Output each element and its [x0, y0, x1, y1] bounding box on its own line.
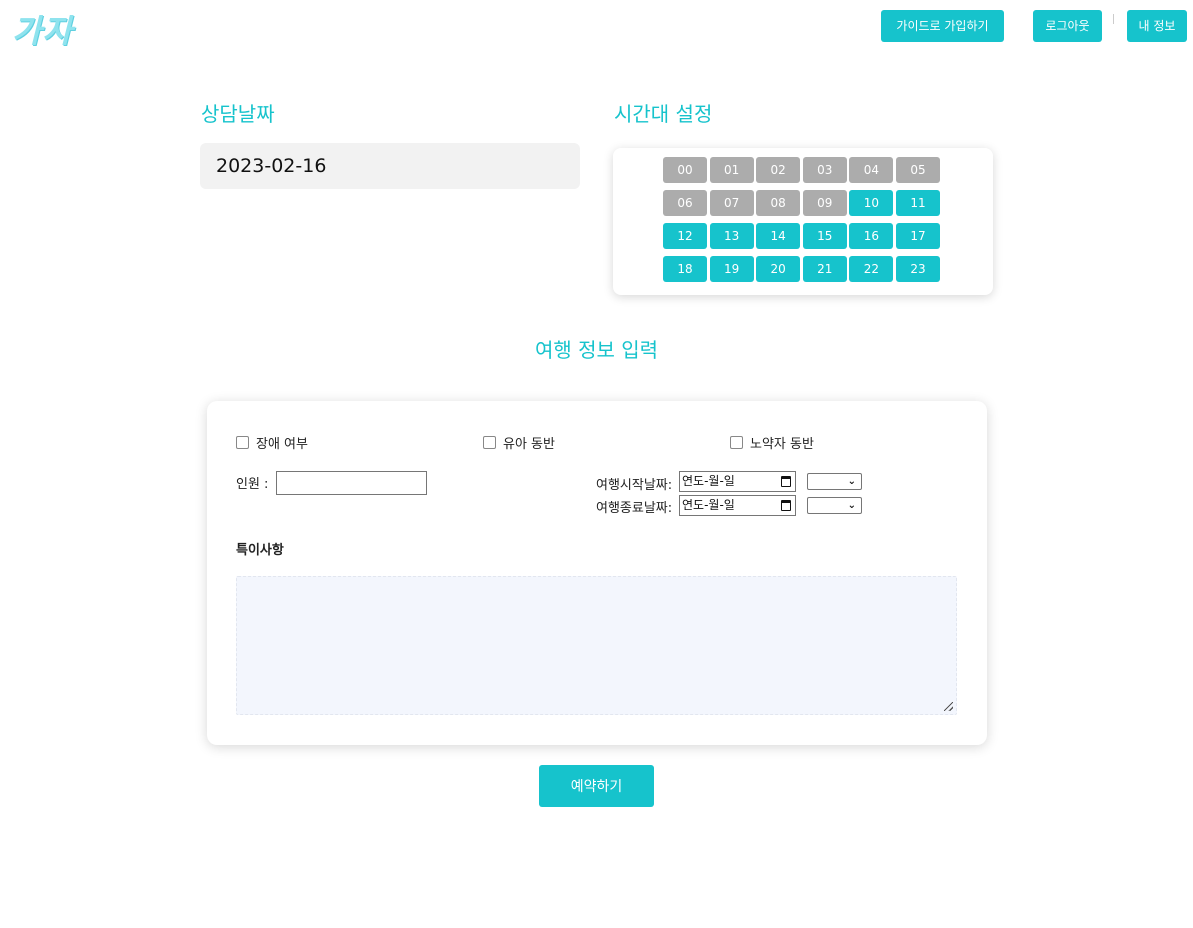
time-slot-16[interactable]: 16: [849, 223, 894, 249]
disability-label: 장애 여부: [256, 437, 308, 452]
time-slot-11[interactable]: 11: [895, 190, 940, 216]
time-slot-22[interactable]: 22: [849, 256, 894, 282]
end-date-placeholder: 연도-월-일: [682, 498, 735, 512]
consult-date-value: 2023-02-16: [216, 155, 327, 177]
end-date-label: 여행종료날짜:: [596, 501, 673, 516]
time-slot-06[interactable]: 06: [663, 190, 707, 216]
elderly-label: 노약자 동반: [750, 437, 814, 452]
checkbox-box[interactable]: [483, 436, 496, 449]
chevron-down-icon: ⌄: [847, 476, 856, 487]
consult-date-title: 상담날짜: [201, 102, 275, 126]
time-slot-card: 00 01 02 03 04 05 06 07 08 09 10 11 12 13 14 15 16 17 18 19…: [613, 148, 993, 295]
my-info-button[interactable]: 내 정보: [1127, 10, 1187, 42]
end-date-input[interactable]: 연도-월-일: [679, 495, 796, 516]
end-time-select[interactable]: ⌄: [807, 497, 862, 514]
notes-label: 특이사항: [236, 543, 284, 558]
time-slot-00[interactable]: 00: [663, 157, 707, 183]
time-slot-18[interactable]: 18: [663, 256, 707, 282]
logout-button[interactable]: 로그아웃: [1033, 10, 1102, 42]
checkbox-box[interactable]: [236, 436, 249, 449]
chevron-down-icon: ⌄: [847, 500, 856, 511]
time-slot-09[interactable]: 09: [802, 190, 847, 216]
time-slot-10[interactable]: 10: [849, 190, 894, 216]
people-input[interactable]: [276, 471, 427, 495]
start-date-placeholder: 연도-월-일: [682, 474, 735, 488]
people-label: 인원 :: [236, 477, 269, 492]
travel-info-form: 장애 여부 유아 동반 노약자 동반 인원 : 여행시작날짜: 연도-월-일 ⌄…: [207, 401, 987, 745]
elderly-checkbox[interactable]: 노약자 동반: [730, 433, 814, 452]
resize-handle-icon[interactable]: [944, 702, 953, 711]
travel-info-title: 여행 정보 입력: [534, 338, 659, 362]
time-slot-12[interactable]: 12: [663, 223, 707, 249]
time-slot-15[interactable]: 15: [802, 223, 847, 249]
time-slot-23[interactable]: 23: [895, 256, 940, 282]
time-slot-03[interactable]: 03: [802, 157, 847, 183]
infant-checkbox[interactable]: 유아 동반: [483, 433, 555, 452]
checkbox-box[interactable]: [730, 436, 743, 449]
time-slot-08[interactable]: 08: [756, 190, 801, 216]
time-slot-13[interactable]: 13: [709, 223, 754, 249]
time-slot-05[interactable]: 05: [895, 157, 940, 183]
start-date-input[interactable]: 연도-월-일: [679, 471, 796, 492]
calendar-icon[interactable]: [781, 500, 791, 511]
time-slot-02[interactable]: 02: [756, 157, 801, 183]
start-date-label: 여행시작날짜:: [596, 478, 673, 493]
time-slot-17[interactable]: 17: [895, 223, 940, 249]
signup-guide-button[interactable]: 가이드로 가입하기: [881, 10, 1004, 42]
time-slot-19[interactable]: 19: [709, 256, 754, 282]
calendar-icon[interactable]: [781, 476, 791, 487]
time-slot-grid: 00 01 02 03 04 05 06 07 08 09 10 11 12 13 14 15 16 17 18 19…: [663, 157, 940, 282]
logo[interactable]: 가자: [12, 6, 73, 52]
nav-divider: [1113, 14, 1114, 24]
time-slot-20[interactable]: 20: [756, 256, 801, 282]
time-slot-14[interactable]: 14: [756, 223, 801, 249]
disability-checkbox[interactable]: 장애 여부: [236, 433, 308, 452]
time-slot-04[interactable]: 04: [849, 157, 894, 183]
notes-textarea[interactable]: [236, 576, 957, 715]
infant-label: 유아 동반: [503, 437, 555, 452]
start-time-select[interactable]: ⌄: [807, 473, 862, 490]
reserve-button[interactable]: 예약하기: [539, 765, 654, 807]
consult-date-input[interactable]: 2023-02-16: [200, 143, 580, 189]
time-slot-01[interactable]: 01: [709, 157, 754, 183]
time-slot-07[interactable]: 07: [709, 190, 754, 216]
time-slot-title: 시간대 설정: [614, 102, 713, 126]
time-slot-21[interactable]: 21: [802, 256, 847, 282]
